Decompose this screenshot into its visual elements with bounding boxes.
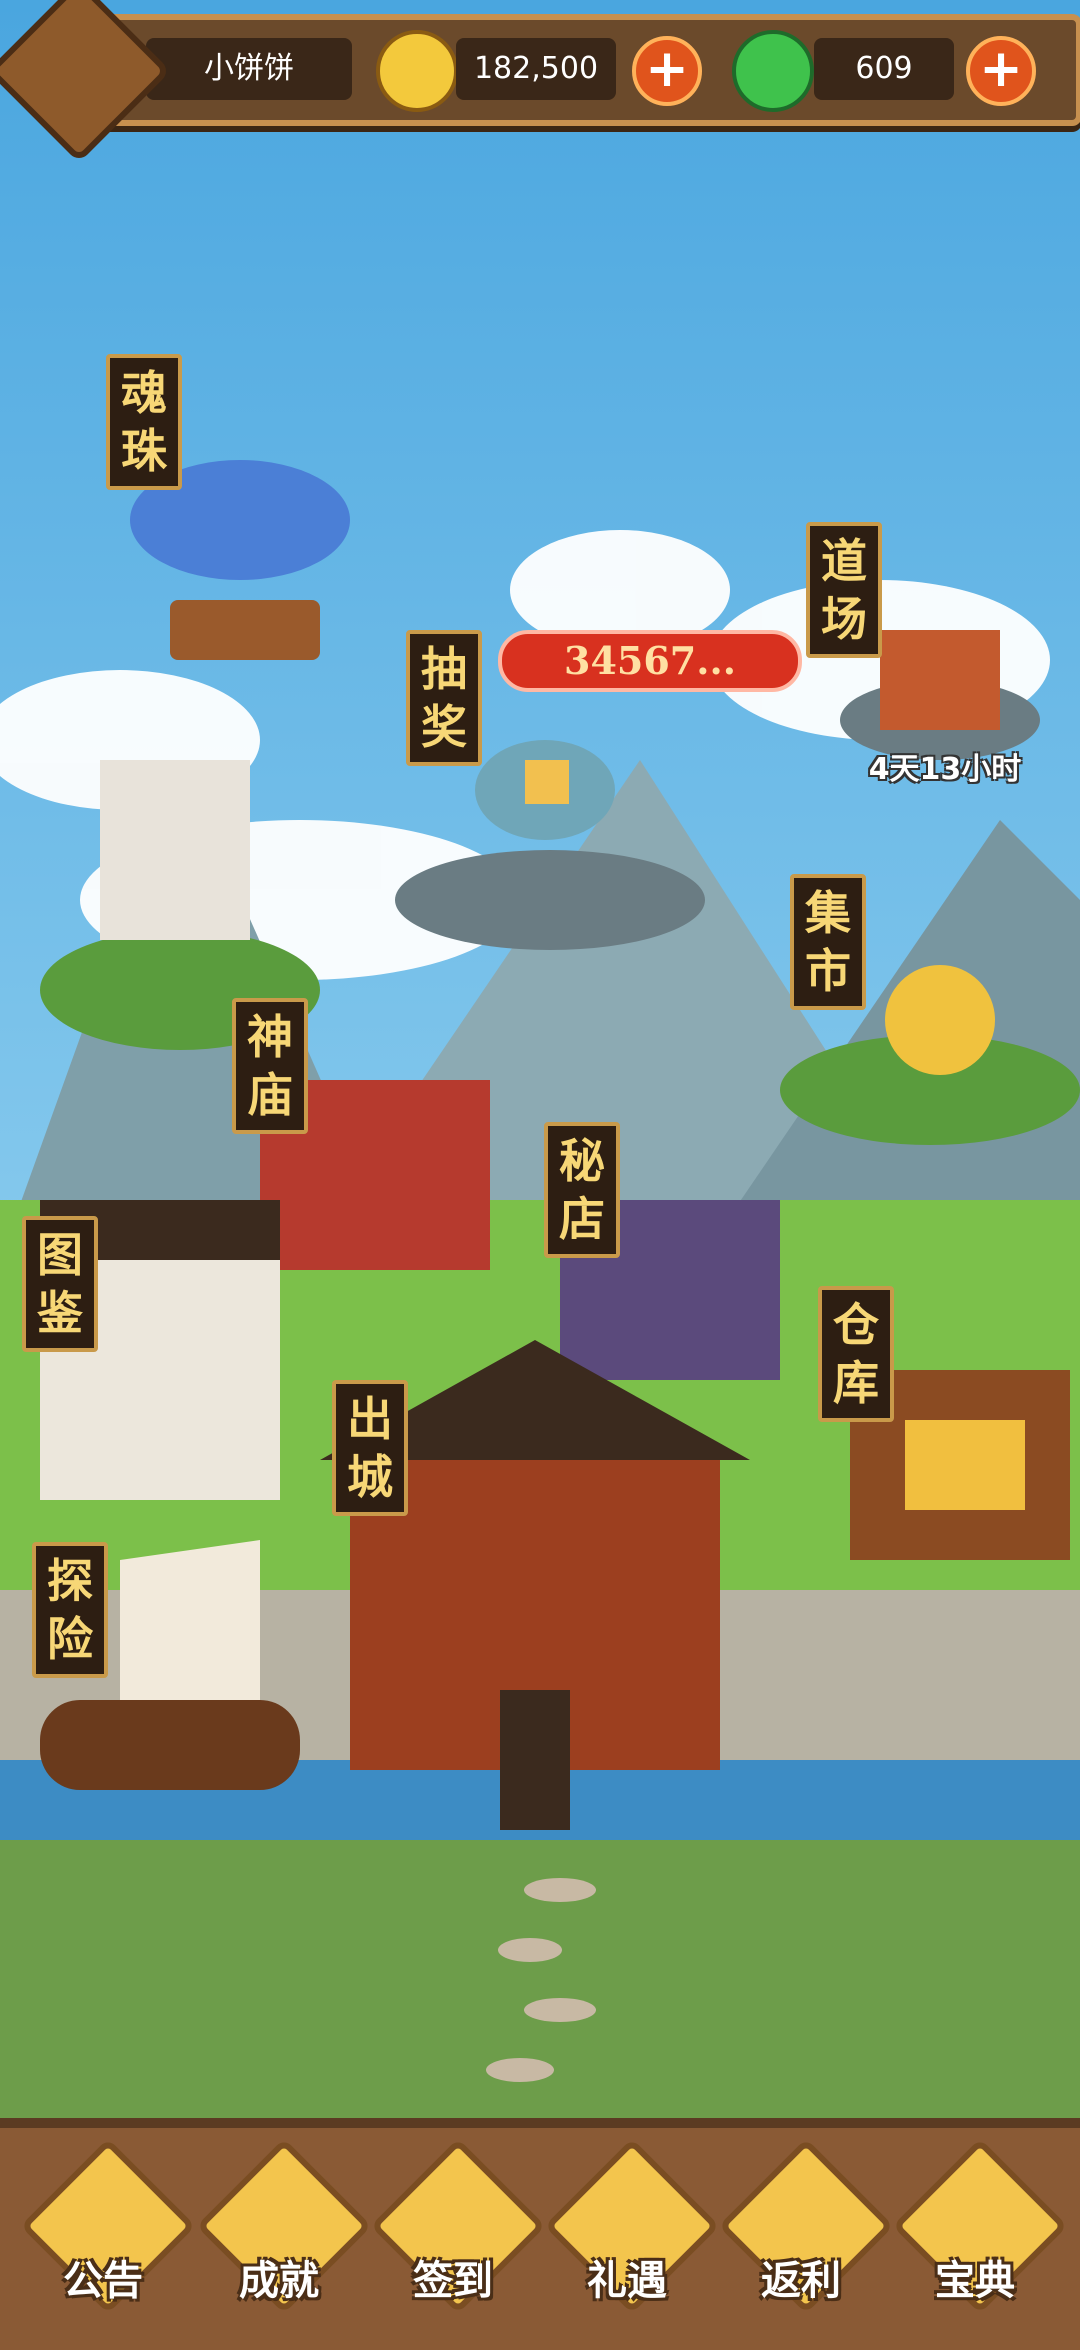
add-gold-button[interactable]: + [632,36,702,106]
nav-gift[interactable]: 礼遇 [544,2138,720,2314]
soul-orb-label[interactable]: 魂珠 [106,354,182,490]
gold-coin-icon [376,30,458,112]
player-name: 小饼饼 [146,38,352,100]
warehouse-label[interactable]: 仓库 [818,1286,894,1422]
atlas-label[interactable]: 图鉴 [22,1216,98,1352]
add-jade-button[interactable]: + [966,36,1036,106]
exit-city-label[interactable]: 出城 [332,1380,408,1516]
market-label[interactable]: 集市 [790,874,866,1010]
dojo-timer: 4天13小时 [868,752,1022,787]
temple-label[interactable]: 神庙 [232,998,308,1134]
lottery-label[interactable]: 抽奖 [406,630,482,766]
resource-bar: 小饼饼 182,500 + 609 + [90,14,1080,126]
dojo-label[interactable]: 道场 [806,522,882,658]
nav-guide[interactable]: 宝典 [892,2138,1068,2314]
secret-shop-label[interactable]: 秘店 [544,1122,620,1258]
nav-achievement[interactable]: 成就 [196,2138,372,2314]
nav-signin[interactable]: 签到 [370,2138,546,2314]
town-scene [0,0,1080,2120]
jade-amount: 609 [814,38,954,100]
jade-icon [732,30,814,112]
nav-rebate[interactable]: 返利 [718,2138,894,2314]
gold-amount: 182,500 [456,38,616,100]
bottom-nav: 公告 成就 签到 礼遇 返利 宝典 [0,2118,1080,2350]
nav-notice[interactable]: 公告 [20,2138,196,2314]
lottery-counter: 34567... [498,630,802,692]
explore-label[interactable]: 探险 [32,1542,108,1678]
